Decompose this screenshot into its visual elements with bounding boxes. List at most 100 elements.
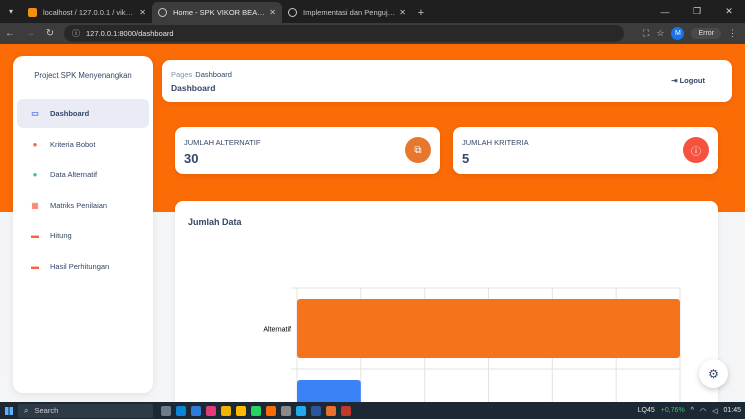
- translate-icon[interactable]: ⛶: [643, 28, 649, 39]
- tab-title: localhost / 127.0.0.1 / vikorrob: [43, 8, 136, 17]
- close-icon[interactable]: ✕: [399, 8, 406, 17]
- file-icon: ▬: [31, 261, 39, 271]
- url-text: 127.0.0.1:8000/dashboard: [86, 29, 174, 38]
- sidebar-brand[interactable]: Project SPK Menyenangkan: [13, 56, 153, 99]
- app-icon[interactable]: [341, 405, 351, 416]
- page-title: Dashboard: [171, 83, 216, 93]
- tab-search-icon[interactable]: ▾: [0, 0, 22, 23]
- sidebar-item-label: Hitung: [50, 231, 72, 240]
- sidebar-item-kriteria-bobot[interactable]: ● Kriteria Bobot: [17, 130, 149, 159]
- browser-tab-phpmyadmin[interactable]: localhost / 127.0.0.1 / vikorrob ✕: [22, 2, 152, 23]
- chevron-up-icon[interactable]: ^: [691, 407, 694, 414]
- browser-toolbar: ← → ↻ ⓘ 127.0.0.1:8000/dashboard ⛶ ☆ M E…: [0, 23, 745, 44]
- new-tab-button[interactable]: +: [412, 2, 430, 23]
- folder-icon: ▬: [31, 231, 39, 240]
- search-icon: ⌕: [24, 405, 29, 415]
- taskbar-search[interactable]: ⌕ Search: [18, 403, 153, 418]
- page-viewport: Project SPK Menyenangkan ▭ Dashboard ● K…: [0, 44, 745, 402]
- stock-change: +0,76%: [660, 407, 685, 414]
- logout-icon: ⇥: [671, 76, 678, 85]
- error-button[interactable]: Error: [691, 28, 721, 39]
- app-icon[interactable]: [206, 405, 216, 416]
- sidebar-item-label: Hasil Perhitungan: [50, 261, 110, 271]
- sidebar-item-hitung[interactable]: ▬ Hitung: [17, 221, 149, 250]
- sidebar-item-data-alternatif[interactable]: ● Data Alternatif: [17, 160, 149, 189]
- close-icon[interactable]: ✕: [139, 8, 146, 17]
- stat-card-kriteria: JUMLAH KRITERIA 5 ⓘ: [453, 127, 718, 174]
- close-icon[interactable]: ✕: [269, 8, 276, 17]
- sidebar: Project SPK Menyenangkan ▭ Dashboard ● K…: [13, 56, 153, 393]
- menu-dots-icon[interactable]: ⋮: [728, 28, 737, 39]
- address-bar[interactable]: ⓘ 127.0.0.1:8000/dashboard: [64, 25, 624, 42]
- back-icon[interactable]: ←: [0, 28, 20, 39]
- breadcrumb-current: Dashboard: [195, 70, 232, 79]
- taskbar-apps: [161, 405, 351, 416]
- browser-tab-home[interactable]: Home - SPK VIKOR BEASISWA ✕: [152, 2, 282, 23]
- taskbar-search-placeholder: Search: [34, 406, 59, 415]
- app-icon[interactable]: [281, 405, 291, 416]
- start-button[interactable]: [0, 402, 18, 419]
- bar-kriteria: [297, 380, 361, 402]
- globe-icon: [158, 8, 167, 17]
- calendar-icon: ▦: [31, 200, 39, 210]
- system-tray: LQ45 +0,76% ^ ◠ ◁ 01:45: [638, 407, 745, 415]
- edge-icon[interactable]: [176, 405, 186, 416]
- sidebar-item-matriks-penilaian[interactable]: ▦ Matriks Penilaian: [17, 191, 149, 220]
- browser-tab-strip: ▾ localhost / 127.0.0.1 / vikorrob ✕ Hom…: [0, 0, 745, 23]
- volume-icon[interactable]: ◁: [712, 407, 717, 415]
- circle-icon: ●: [32, 139, 38, 149]
- chart-card: Jumlah Data AlternatifKriteria: [175, 201, 718, 402]
- sidebar-item-label: Dashboard: [50, 109, 90, 118]
- sidebar-item-dashboard[interactable]: ▭ Dashboard: [17, 99, 149, 128]
- logout-label: Logout: [679, 76, 705, 85]
- bookmark-star-icon[interactable]: ☆: [656, 28, 664, 39]
- window-controls: — ❐ ✕: [649, 0, 745, 23]
- stat-card-alternatif: JUMLAH ALTERNATIF 30 ⧉: [175, 127, 440, 174]
- copy-icon: ⧉: [405, 137, 431, 163]
- restore-icon[interactable]: ❐: [681, 0, 713, 23]
- sidebar-item-hasil-perhitungan[interactable]: ▬ Hasil Perhitungan: [17, 252, 149, 281]
- breadcrumb: Pages Dashboard: [171, 70, 232, 79]
- sidebar-item-label: Data Alternatif: [50, 170, 98, 179]
- task-view-icon[interactable]: [161, 405, 171, 416]
- stock-ticker[interactable]: LQ45: [638, 407, 655, 414]
- store-icon[interactable]: [191, 405, 201, 416]
- stat-value: 5: [462, 151, 470, 166]
- category-label: Alternatif: [263, 327, 291, 334]
- word-icon[interactable]: [311, 405, 321, 416]
- sidebar-item-label: Kriteria Bobot: [50, 139, 96, 149]
- app-icon[interactable]: [266, 405, 276, 416]
- browser-tab-implementasi[interactable]: Implementasi dan Pengujian Si ✕: [282, 2, 412, 23]
- gear-icon: ⚙: [708, 366, 719, 381]
- reload-icon[interactable]: ↻: [40, 28, 60, 39]
- forward-icon[interactable]: →: [20, 28, 40, 39]
- profile-avatar[interactable]: M: [671, 27, 685, 40]
- vscode-icon[interactable]: [296, 405, 306, 416]
- breadcrumb-root[interactable]: Pages: [171, 70, 192, 79]
- close-window-icon[interactable]: ✕: [713, 0, 745, 23]
- page-header: Pages Dashboard Dashboard ⇥ Logout: [162, 60, 732, 102]
- phpmyadmin-icon: [28, 8, 37, 17]
- os-taskbar: ⌕ Search LQ45 +0,76% ^ ◠ ◁ 01:45: [0, 402, 745, 419]
- wifi-icon[interactable]: ◠: [700, 407, 706, 415]
- chrome-icon[interactable]: [221, 405, 231, 416]
- toolbar-actions: ⛶ ☆ M Error ⋮: [643, 27, 745, 40]
- settings-gear-button[interactable]: ⚙: [699, 359, 728, 388]
- tab-title: Home - SPK VIKOR BEASISWA: [173, 8, 265, 17]
- clock[interactable]: 01:45: [723, 407, 741, 414]
- stat-value: 30: [184, 151, 199, 166]
- windows-icon: [5, 406, 13, 415]
- info-icon: ⓘ: [683, 137, 709, 163]
- user-icon: ●: [32, 170, 38, 179]
- sidebar-item-label: Matriks Penilaian: [50, 200, 108, 210]
- tab-title: Implementasi dan Pengujian Si: [303, 8, 396, 17]
- explorer-icon[interactable]: [236, 405, 246, 416]
- monitor-icon: ▭: [31, 109, 39, 118]
- globe-icon: [288, 8, 297, 17]
- whatsapp-icon[interactable]: [251, 405, 261, 416]
- logout-button[interactable]: ⇥ Logout: [671, 76, 705, 85]
- xampp-icon[interactable]: [326, 405, 336, 416]
- stat-label: JUMLAH KRITERIA: [462, 138, 529, 147]
- minimize-icon[interactable]: —: [649, 0, 681, 23]
- site-info-icon[interactable]: ⓘ: [72, 28, 80, 39]
